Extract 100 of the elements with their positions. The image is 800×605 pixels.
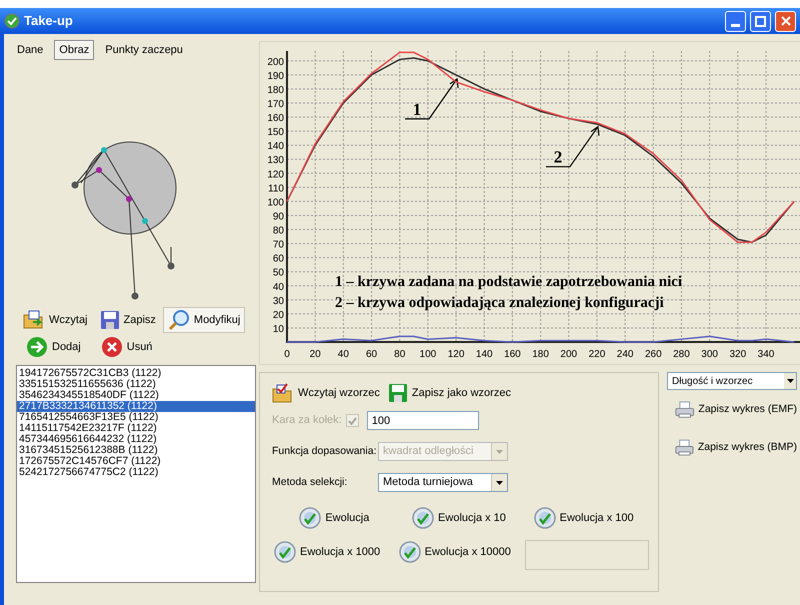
floppy-icon xyxy=(388,383,408,403)
minimize-button[interactable] xyxy=(725,10,746,32)
axis-label: 100 xyxy=(420,349,436,360)
axis-label: 120 xyxy=(448,349,464,360)
axis-label: 160 xyxy=(267,113,284,124)
evolution-button[interactable]: Ewolucja x 100 xyxy=(521,506,646,530)
list-item[interactable]: 31673451525612388B (1122) xyxy=(17,445,255,456)
axis-label: 20 xyxy=(272,310,284,321)
axis-label: 50 xyxy=(272,268,284,279)
curve-number: 2 xyxy=(554,148,562,167)
x-circle-icon xyxy=(100,336,123,358)
axis-label: 140 xyxy=(476,349,493,360)
list-item[interactable]: 2717B3332134611352 (1122) xyxy=(17,401,255,412)
tab[interactable]: Obraz xyxy=(54,40,94,60)
leader-line xyxy=(404,78,459,120)
arrow-circle-icon xyxy=(26,336,48,358)
pattern-button[interactable]: Zapisz jako wzorzec xyxy=(388,381,511,405)
list-item[interactable]: 335151532511655636 (1122) xyxy=(17,379,255,390)
dropdown-arrow-icon xyxy=(786,379,794,383)
toolbar-button[interactable]: Modyfikuj xyxy=(162,307,246,333)
checklist-folder-icon xyxy=(272,383,294,403)
legend-text: 2 – krzywa odpowiadająca znalezionej konfiguracji xyxy=(335,295,664,311)
axis-label: 20 xyxy=(310,349,321,360)
evolution-button[interactable]: Ewolucja x 10 xyxy=(396,506,522,530)
evolution-button[interactable]: Ewolucja xyxy=(272,506,397,530)
floppy-icon xyxy=(100,310,120,330)
axis-label: 120 xyxy=(267,169,284,180)
axis-label: 300 xyxy=(701,349,718,360)
globe-check-icon xyxy=(412,507,434,529)
evolution-button[interactable]: Ewolucja x 10000 xyxy=(398,540,522,564)
chart-mode-dropdown[interactable]: Długość i wzorzec xyxy=(667,372,797,390)
field-label: Metoda selekcji: xyxy=(272,474,348,490)
axis-label: 110 xyxy=(268,183,284,194)
legend-text: 1 – krzywa zadana na podstawie zapotrzebowania nici xyxy=(335,274,682,290)
axis-label: 180 xyxy=(267,84,284,96)
export-button[interactable]: Zapisz wykres (EMF) xyxy=(675,398,797,422)
axis-label: 150 xyxy=(267,127,284,138)
globe-check-icon xyxy=(299,507,322,529)
axis-label: 80 xyxy=(272,226,284,237)
axis-label: 40 xyxy=(338,349,349,360)
globe-check-icon xyxy=(534,507,556,529)
maximize-button[interactable] xyxy=(750,10,771,32)
globe-check-icon xyxy=(274,541,296,563)
maximize-icon xyxy=(755,16,766,26)
list-item[interactable]: 194172675572C31CB3 (1122) xyxy=(17,368,255,379)
axis-label: 0 xyxy=(284,349,290,360)
list-item[interactable]: 14115117542E23217F (1122) xyxy=(17,423,255,434)
window-title: Take-up xyxy=(24,12,73,30)
selection-method-dropdown[interactable]: Metoda turniejowa xyxy=(378,473,508,492)
axis-label: 140 xyxy=(267,141,284,152)
dropdown-arrow-icon xyxy=(496,480,503,484)
axis-label: 220 xyxy=(588,349,606,360)
axis-label: 240 xyxy=(616,349,634,360)
axis-label: 10 xyxy=(272,324,284,335)
action-button[interactable]: Dodaj xyxy=(26,335,81,359)
list-item[interactable]: 172675572C14576CF7 (1122) xyxy=(17,456,255,467)
toolbar-button[interactable]: Wczytaj xyxy=(18,307,92,333)
list-item[interactable]: 7165412554663F13E5 (1122) xyxy=(17,412,255,423)
axis-label: 40 xyxy=(272,282,284,293)
export-button[interactable]: Zapisz wykres (BMP) xyxy=(675,436,797,460)
tab[interactable]: Punkty zaczepu xyxy=(98,40,190,60)
checkmark-icon xyxy=(348,416,357,424)
axis-label: 90 xyxy=(272,211,284,222)
dropdown-arrow-icon xyxy=(496,450,503,454)
list-item[interactable]: 3546234345518540DF (1122) xyxy=(17,390,255,401)
axis-label: 60 xyxy=(366,349,378,360)
axis-label: 260 xyxy=(644,349,662,360)
axis-label: 190 xyxy=(267,70,284,82)
axis-label: 280 xyxy=(673,349,690,360)
app-icon xyxy=(4,13,20,29)
axis-label: 130 xyxy=(267,155,284,166)
list-item[interactable]: 5242172756674775C2 (1122) xyxy=(17,467,255,478)
curve-number: 1 xyxy=(412,100,422,119)
minimize-icon xyxy=(731,24,740,26)
axis-label: 100 xyxy=(267,197,284,208)
axis-label: 80 xyxy=(394,349,406,360)
magnifier-icon xyxy=(168,309,190,331)
evolution-button[interactable]: Ewolucja x 1000 xyxy=(274,540,397,564)
axis-label: 200 xyxy=(560,349,578,360)
leader-line xyxy=(545,126,600,168)
pattern-button[interactable]: Wczytaj wzorzec xyxy=(272,381,380,405)
close-button[interactable] xyxy=(775,10,796,32)
axis-label: 170 xyxy=(267,99,284,110)
axis-label: 180 xyxy=(532,349,549,360)
list-item[interactable]: 457344695616644232 (1122) xyxy=(17,434,255,445)
axis-label: 320 xyxy=(729,349,746,360)
globe-check-icon xyxy=(398,541,421,563)
axis-label: 200 xyxy=(267,56,284,68)
axis-label: 60 xyxy=(272,254,284,265)
action-button[interactable]: Usuń xyxy=(100,335,152,359)
axis-label: 340 xyxy=(758,349,774,360)
axis-label: 160 xyxy=(504,349,521,360)
field-label: Kara za kołek: xyxy=(272,413,342,428)
close-icon xyxy=(780,16,790,26)
tab[interactable]: Dane xyxy=(10,40,50,60)
axis-label: 30 xyxy=(272,296,284,307)
field-label: Funkcja dopasowania: xyxy=(272,444,378,459)
folder-icon xyxy=(23,310,45,330)
axis-label: 70 xyxy=(272,240,284,251)
toolbar-button[interactable]: Zapisz xyxy=(94,307,161,333)
